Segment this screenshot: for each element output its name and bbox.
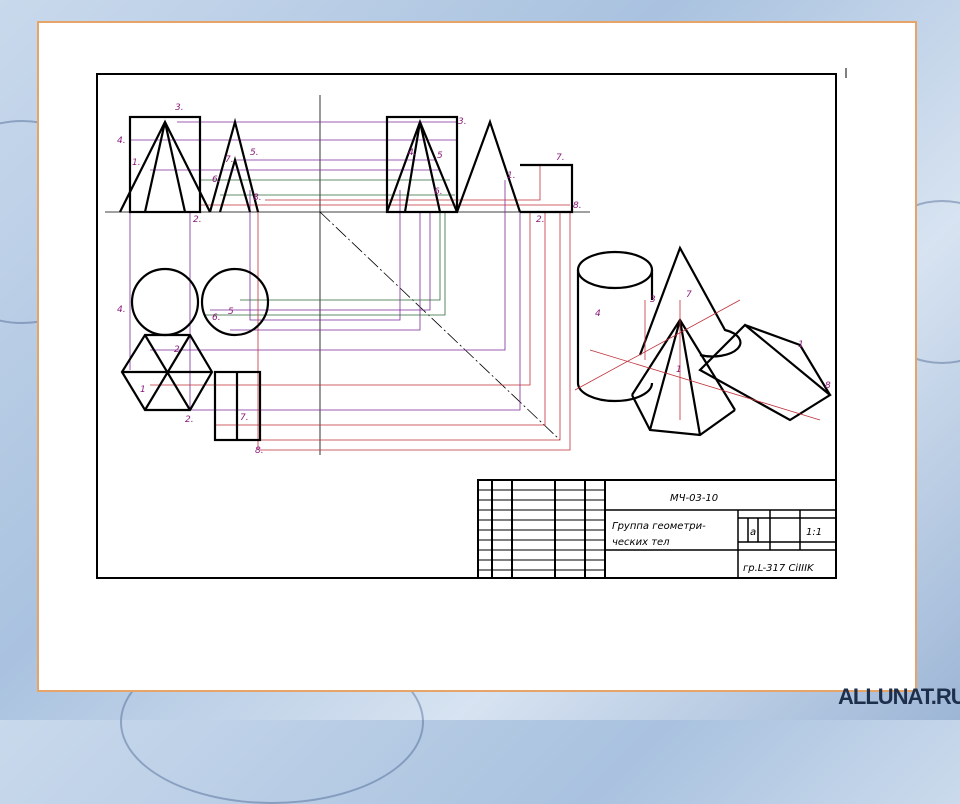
label-2-side: 2. (536, 215, 545, 225)
isometric-view (576, 245, 832, 437)
label-6-top: 6. (212, 313, 221, 323)
label-5-top: 5 (228, 307, 234, 317)
label-4: 4. (117, 136, 126, 146)
label-5: 5. (250, 148, 259, 158)
label-6-side: 6. (434, 187, 443, 197)
label-8-iso: 8 (825, 381, 831, 391)
label-8: 8. (253, 193, 262, 203)
front-view (119, 115, 260, 214)
label-2: 2. (193, 215, 202, 225)
label-8-side: 8. (573, 201, 582, 211)
drawing-code: МЧ-03-10 (670, 493, 718, 504)
label-3-side: 3. (458, 117, 467, 127)
label-2b-top: 2. (185, 415, 194, 425)
drawing-scale: 1:1 (806, 527, 822, 538)
label-1-side: 1. (507, 171, 516, 181)
label-1-iso: 1 (676, 365, 682, 375)
watermark: ALLUNAT.RU (838, 684, 960, 709)
label-3-iso: 3 (650, 295, 656, 305)
label-7: 7. (225, 155, 234, 165)
label-8-top: 8. (255, 446, 264, 456)
label-1: 1. (132, 158, 141, 168)
drawing-frame (96, 73, 837, 579)
label-6: 6. (212, 175, 221, 185)
point-labels: 3. 4. 1. 2. 5. 6. 7. 8. 3. 4. 5 6. 7. 8.… (117, 103, 831, 456)
technical-drawing: 3. 4. 1. 2. 5. 6. 7. 8. 3. 4. 5 6. 7. 8.… (96, 68, 847, 579)
label-3: 3. (175, 103, 184, 113)
projection-lines-red (150, 164, 571, 451)
label-7-iso: 7 (686, 290, 692, 300)
projection-lines-purple (129, 121, 521, 411)
label-1b-iso: 1 (798, 340, 804, 350)
label-2-top: 2 (174, 345, 180, 355)
group-code: гр.L-317 CiIIIK (743, 563, 815, 574)
label-4-side: 4. (408, 148, 417, 158)
sheet-mark: a (750, 527, 756, 538)
label-1-top: 1 (140, 385, 146, 395)
drawing-title-line1: Группа геометри- (612, 521, 706, 532)
label-5-side: 5 (437, 151, 443, 161)
label-4-top: 4. (117, 305, 126, 315)
drawing-title-line2: ческих тел (612, 537, 670, 548)
label-7-side: 7. (556, 153, 565, 163)
label-7-top: 7. (240, 413, 249, 423)
side-view (385, 115, 574, 214)
label-4-iso: 4 (595, 309, 601, 319)
